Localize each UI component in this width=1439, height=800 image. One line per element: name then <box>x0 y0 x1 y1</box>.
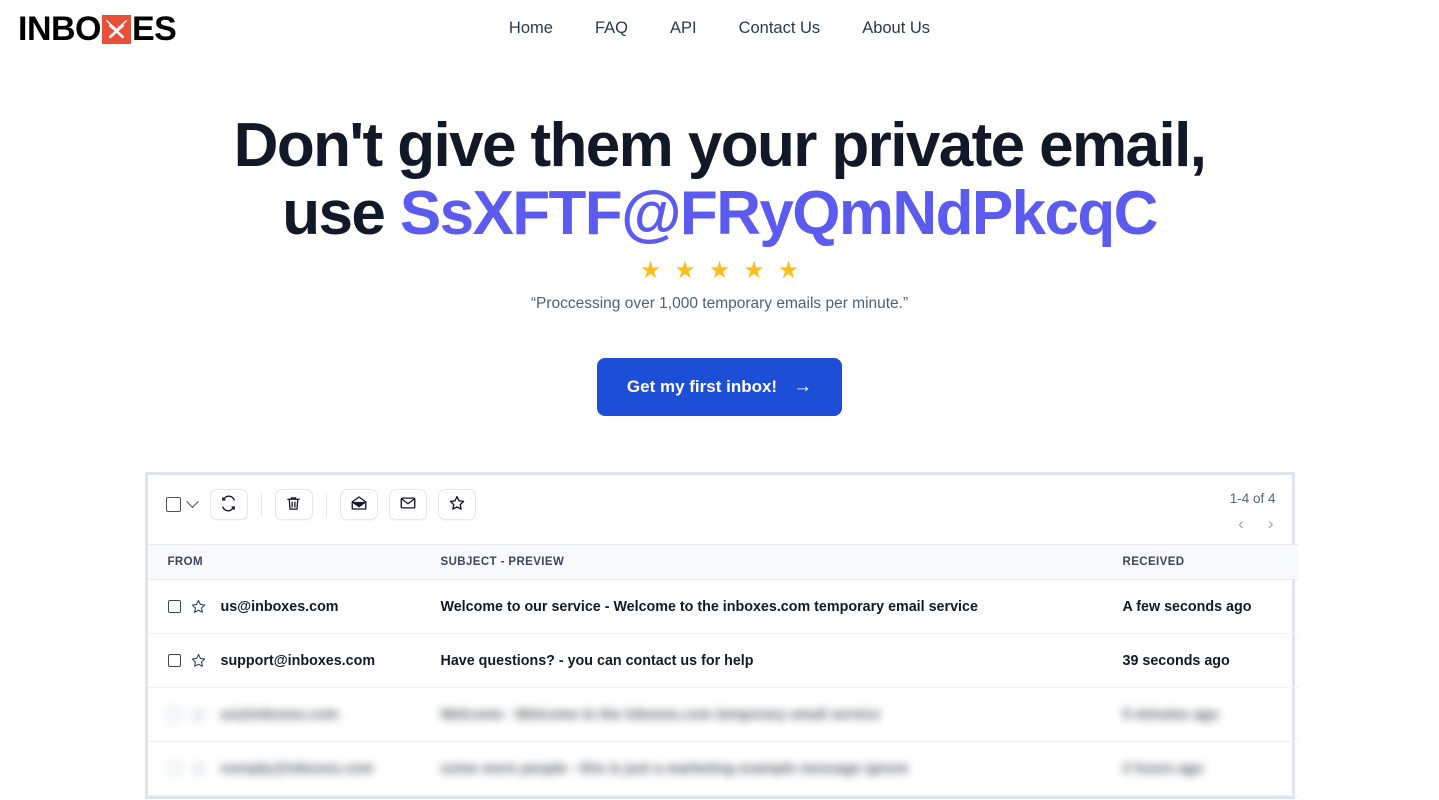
column-header-from: FROM <box>147 544 441 580</box>
select-all-control[interactable] <box>164 495 199 514</box>
generated-email-address[interactable]: SsXFTF@FRyQmNdPkcqC <box>400 179 1159 248</box>
row-checkbox[interactable] <box>167 600 181 613</box>
star-icon: ★ <box>743 257 765 284</box>
toolbar-divider <box>260 492 262 517</box>
sender-address: us@inboxes.com <box>220 706 339 723</box>
checkbox-icon[interactable] <box>165 497 181 512</box>
arrow-right-icon: → <box>793 376 813 397</box>
nav-item-contact-us[interactable]: Contact Us <box>718 13 842 44</box>
cell-from: noreply@inboxes.com <box>147 741 441 796</box>
star-outline-icon <box>448 494 466 515</box>
mark-unread-button[interactable] <box>388 489 427 520</box>
pager-controls: ‹ › <box>1230 515 1276 532</box>
nav-item-home[interactable]: Home <box>488 13 574 44</box>
get-first-inbox-button[interactable]: Get my first inbox! → <box>596 358 843 416</box>
star-icon: ★ <box>639 257 662 284</box>
closed-envelope-icon <box>399 494 417 515</box>
pagination: 1-4 of 4 ‹ › <box>1230 489 1276 532</box>
cell-subject[interactable]: Welcome to our service - Welcome to the … <box>440 579 1123 634</box>
sender-address: noreply@inboxes.com <box>220 760 374 777</box>
envelope-x-icon <box>102 15 131 44</box>
cell-subject[interactable]: Welcome - Welcome to the inboxes.com tem… <box>440 687 1123 742</box>
star-button[interactable] <box>437 489 476 520</box>
nav-item-faq[interactable]: FAQ <box>574 13 649 44</box>
inbox-toolbar: 1-4 of 4 ‹ › <box>147 475 1292 544</box>
cell-from: us@inboxes.com <box>147 687 441 742</box>
pagination-count: 1-4 of 4 <box>1229 491 1276 506</box>
hero-section: Don't give them your private email, use … <box>0 57 1439 416</box>
mail-table-head: FROM SUBJECT - PREVIEW RECEIVED <box>147 544 1298 580</box>
table-row[interactable]: noreply@inboxes.com some more people - t… <box>147 741 1298 796</box>
open-envelope-icon <box>350 494 368 515</box>
headline-line-1: Don't give them your private email, <box>233 111 1207 180</box>
cell-subject[interactable]: Have questions? - you can contact us for… <box>440 633 1123 688</box>
rating-stars: ★ ★ ★ ★ ★ <box>0 259 1439 283</box>
headline-use-word: use <box>282 179 400 248</box>
star-outline-icon[interactable] <box>190 760 207 777</box>
inbox-panel: 1-4 of 4 ‹ › FROM SUBJECT - PREVIEW RECE… <box>144 472 1298 799</box>
mark-read-button[interactable] <box>339 489 378 520</box>
cell-received: 39 seconds ago <box>1122 633 1298 688</box>
chevron-down-icon[interactable] <box>185 495 199 509</box>
sender-address: support@inboxes.com <box>220 652 376 669</box>
nav-item-about-us[interactable]: About Us <box>841 13 951 44</box>
cell-received: A few seconds ago <box>1122 579 1298 634</box>
page-title: Don't give them your private email, use … <box>0 115 1439 245</box>
cta-wrapper: Get my first inbox! → <box>0 358 1439 416</box>
star-icon: ★ <box>674 257 696 284</box>
row-checkbox[interactable] <box>167 708 181 721</box>
mail-table-body: us@inboxes.com Welcome to our service - … <box>147 579 1298 796</box>
cell-subject[interactable]: some more people - this is just a market… <box>440 741 1123 796</box>
table-row[interactable]: us@inboxes.com Welcome - Welcome to the … <box>147 687 1298 742</box>
brand-name-suffix: ES <box>132 9 177 48</box>
next-page-button[interactable]: › <box>1266 515 1276 532</box>
nav-item-api[interactable]: API <box>649 13 718 44</box>
refresh-button[interactable] <box>209 489 248 520</box>
delete-button[interactable] <box>274 489 313 520</box>
table-row[interactable]: us@inboxes.com Welcome to our service - … <box>147 579 1298 634</box>
star-icon: ★ <box>708 257 731 284</box>
tagline-quote: “Proccessing over 1,000 temporary emails… <box>530 295 909 312</box>
cell-received: 2 hours ago <box>1122 741 1298 796</box>
toolbar-actions <box>164 489 476 520</box>
trash-icon <box>285 495 302 515</box>
table-row[interactable]: support@inboxes.com Have questions? - yo… <box>147 633 1298 688</box>
brand-name-prefix: INBO <box>18 9 102 48</box>
brand-logo[interactable]: INBO ES <box>18 9 177 48</box>
table-header-row: FROM SUBJECT - PREVIEW RECEIVED <box>147 544 1298 580</box>
star-outline-icon[interactable] <box>190 598 207 615</box>
cell-received: 5 minutes ago <box>1122 687 1298 742</box>
headline-line-2: use SsXFTF@FRyQmNdPkcqC <box>0 183 1439 245</box>
row-checkbox[interactable] <box>167 762 181 775</box>
star-outline-icon[interactable] <box>190 706 207 723</box>
cell-from: us@inboxes.com <box>147 579 441 634</box>
column-header-received: RECEIVED <box>1122 544 1298 580</box>
star-outline-icon[interactable] <box>190 652 207 669</box>
cta-label: Get my first inbox! <box>626 377 778 396</box>
refresh-icon <box>220 495 237 515</box>
mail-table: FROM SUBJECT - PREVIEW RECEIVED us@inbox… <box>147 544 1298 796</box>
toolbar-divider <box>325 492 327 517</box>
sender-address: us@inboxes.com <box>220 598 339 615</box>
star-icon: ★ <box>777 257 800 284</box>
cell-from: support@inboxes.com <box>147 633 441 688</box>
prev-page-button[interactable]: ‹ <box>1236 515 1246 532</box>
column-header-subject: SUBJECT - PREVIEW <box>440 544 1123 580</box>
site-header: INBO ES Home FAQ API Contact Us About Us <box>0 0 1439 57</box>
row-checkbox[interactable] <box>167 654 181 667</box>
main-nav: Home FAQ API Contact Us About Us <box>0 13 1439 44</box>
